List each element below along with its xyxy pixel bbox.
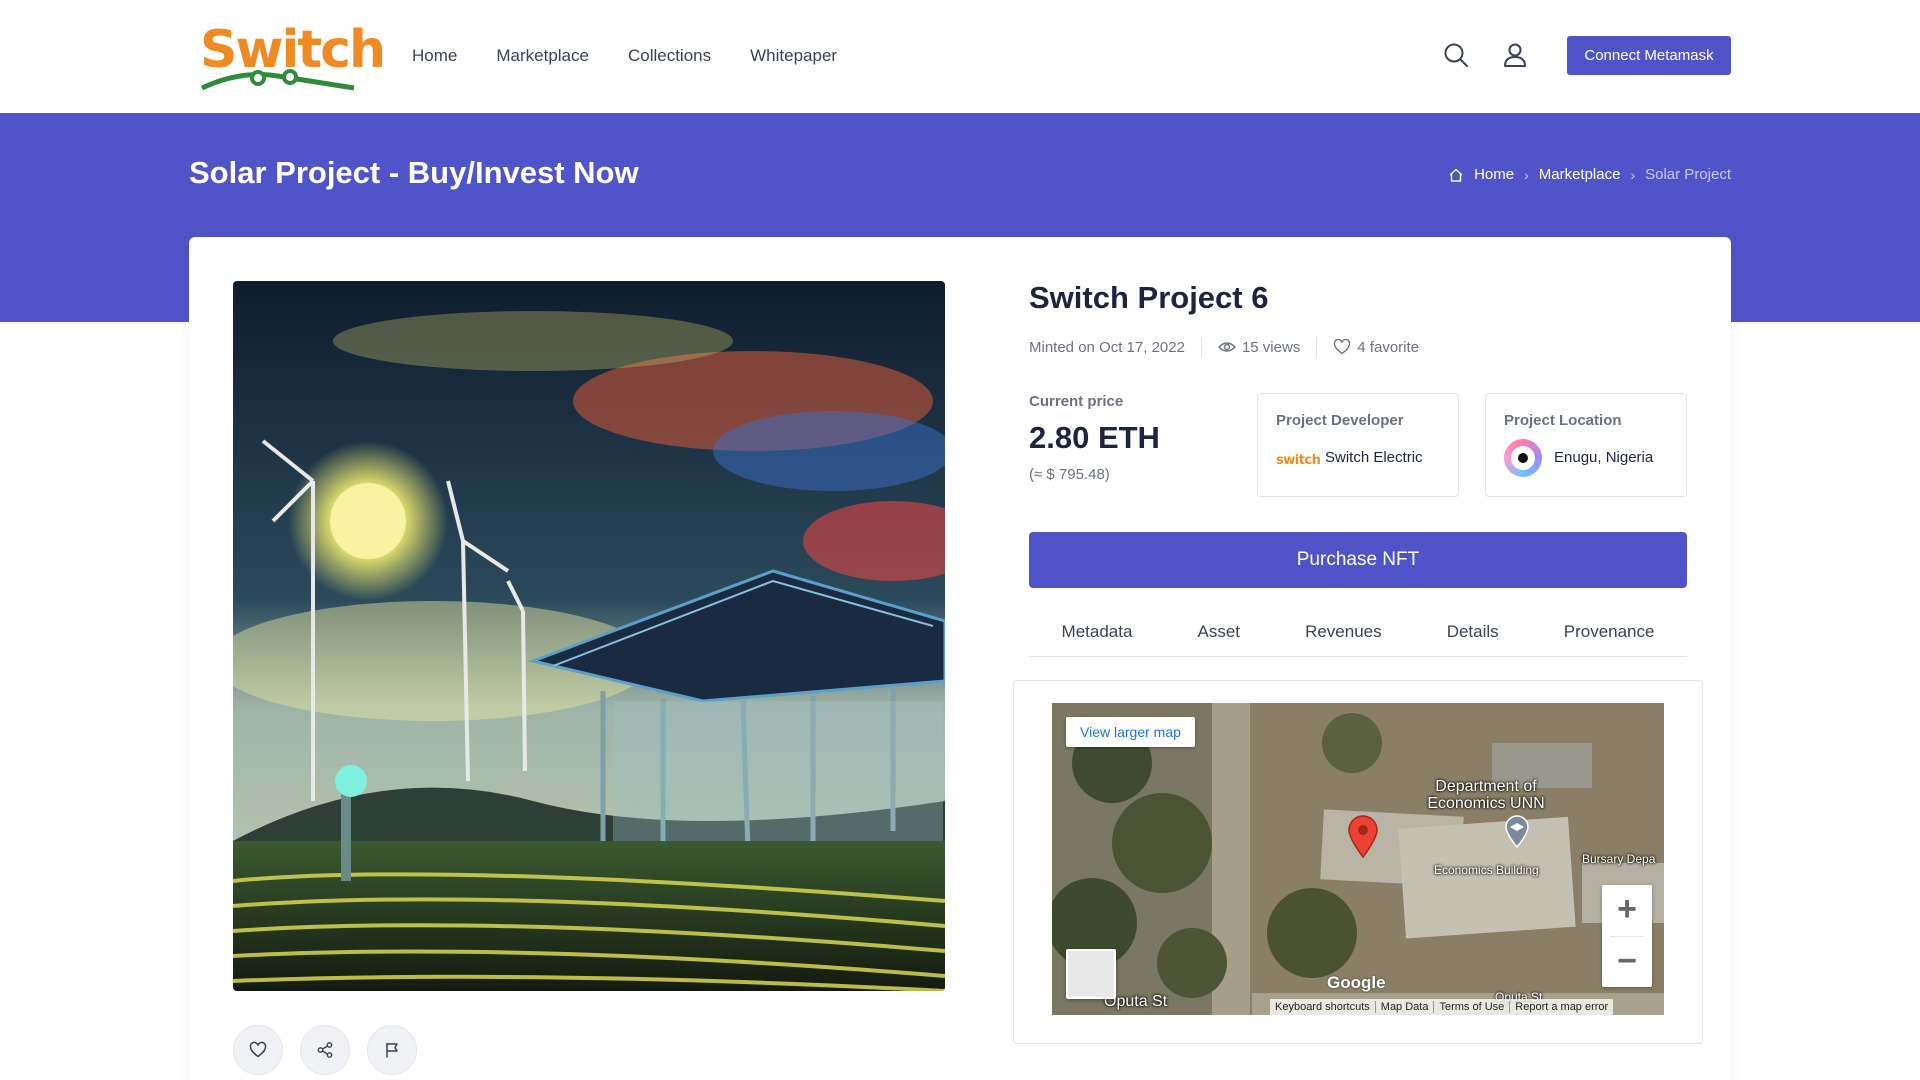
- divider: [1316, 337, 1318, 357]
- nav-marketplace[interactable]: Marketplace: [496, 46, 589, 66]
- tab-provenance[interactable]: Provenance: [1564, 622, 1655, 642]
- map-terms-link[interactable]: Terms of Use: [1433, 1001, 1509, 1013]
- location-label: Project Location: [1504, 412, 1622, 429]
- breadcrumb: Home › Marketplace › Solar Project: [1448, 166, 1731, 183]
- top-navbar: Switch Home Marketplace Collections Whit…: [0, 0, 1920, 113]
- divider: [1200, 337, 1202, 357]
- map-data-link[interactable]: Map Data: [1374, 1001, 1434, 1013]
- tab-asset[interactable]: Asset: [1197, 622, 1240, 642]
- map-layer-toggle[interactable]: [1066, 949, 1116, 999]
- share-icon: [317, 1042, 333, 1058]
- developer-label: Project Developer: [1276, 412, 1404, 429]
- location-name: Enugu, Nigeria: [1554, 449, 1654, 466]
- breadcrumb-marketplace[interactable]: Marketplace: [1539, 166, 1621, 183]
- tab-metadata[interactable]: Metadata: [1062, 622, 1133, 642]
- view-count: 15 views: [1241, 338, 1301, 356]
- favorite-count: 4 favorite: [1357, 338, 1419, 356]
- location-map[interactable]: View larger map Department of Economics …: [1052, 703, 1664, 1015]
- heart-icon[interactable]: [1333, 339, 1351, 355]
- developer-logo: switch: [1276, 453, 1321, 468]
- nav-collections[interactable]: Collections: [628, 46, 711, 66]
- chevron-right-icon: ›: [1630, 166, 1636, 183]
- favorite-button[interactable]: [233, 1025, 283, 1075]
- map-label-building[interactable]: Economics Building: [1434, 862, 1539, 879]
- chevron-right-icon: ›: [1524, 166, 1529, 183]
- tab-details[interactable]: Details: [1447, 622, 1499, 642]
- connect-metamask-button[interactable]: Connect Metamask: [1567, 36, 1731, 75]
- map-keyboard-shortcuts[interactable]: Keyboard shortcuts: [1270, 1001, 1375, 1013]
- zoom-in-button[interactable]: +: [1602, 885, 1652, 936]
- heart-icon: [249, 1041, 267, 1058]
- project-meta: Minted on Oct 17, 2022 15 views 4 favori…: [1029, 337, 1419, 357]
- user-icon[interactable]: [1501, 41, 1529, 69]
- minted-date: Minted on Oct 17, 2022: [1029, 338, 1185, 356]
- price-usd: (≈ $ 795.48): [1029, 466, 1110, 483]
- developer-name: Switch Electric: [1325, 449, 1423, 466]
- logo-circuit-icon: [200, 69, 355, 91]
- nav-whitepaper[interactable]: Whitepaper: [750, 46, 837, 66]
- tab-revenues[interactable]: Revenues: [1305, 622, 1382, 642]
- artwork-actions: [233, 1025, 417, 1075]
- switch-logo[interactable]: Switch: [200, 20, 386, 91]
- purchase-nft-button[interactable]: Purchase NFT: [1029, 532, 1687, 588]
- eye-icon: [1217, 340, 1236, 354]
- map-footer: Keyboard shortcuts Map Data Terms of Use…: [1270, 999, 1614, 1015]
- page-title: Solar Project - Buy/Invest Now: [189, 155, 639, 190]
- share-button[interactable]: [300, 1025, 350, 1075]
- search-icon[interactable]: [1442, 41, 1470, 69]
- flag-icon: [386, 1043, 398, 1058]
- map-report-error-link[interactable]: Report a map error: [1509, 1001, 1613, 1013]
- location-box[interactable]: Project Location Enugu, Nigeria: [1485, 393, 1687, 497]
- school-pin-icon[interactable]: [1504, 815, 1530, 849]
- breadcrumb-current: Solar Project: [1645, 166, 1731, 183]
- nft-artwork-image[interactable]: [233, 281, 945, 991]
- breadcrumb-home[interactable]: Home: [1474, 166, 1514, 183]
- map-zoom-control: + −: [1602, 885, 1652, 987]
- nav-home[interactable]: Home: [412, 46, 457, 66]
- location-avatar: [1504, 439, 1542, 477]
- view-larger-map-link[interactable]: View larger map: [1066, 717, 1195, 747]
- map-label-dept[interactable]: Department of Economics UNN: [1416, 778, 1556, 812]
- price-value: 2.80 ETH: [1029, 420, 1160, 455]
- detail-tabs: Metadata Asset Revenues Details Provenan…: [1029, 607, 1687, 657]
- home-icon: [1448, 167, 1464, 183]
- developer-box[interactable]: Project Developer switch Switch Electric: [1257, 393, 1459, 497]
- report-button[interactable]: [367, 1025, 417, 1075]
- map-label-bursary[interactable]: Bursary Depa: [1582, 851, 1655, 868]
- project-title: Switch Project 6: [1029, 280, 1269, 315]
- map-pin-icon[interactable]: [1347, 815, 1379, 859]
- price-label: Current price: [1029, 393, 1124, 410]
- zoom-out-button[interactable]: −: [1602, 937, 1652, 988]
- map-satellite-image: [1052, 703, 1664, 1015]
- google-logo: Google: [1327, 973, 1386, 992]
- main-nav: Home Marketplace Collections Whitepaper: [412, 46, 837, 66]
